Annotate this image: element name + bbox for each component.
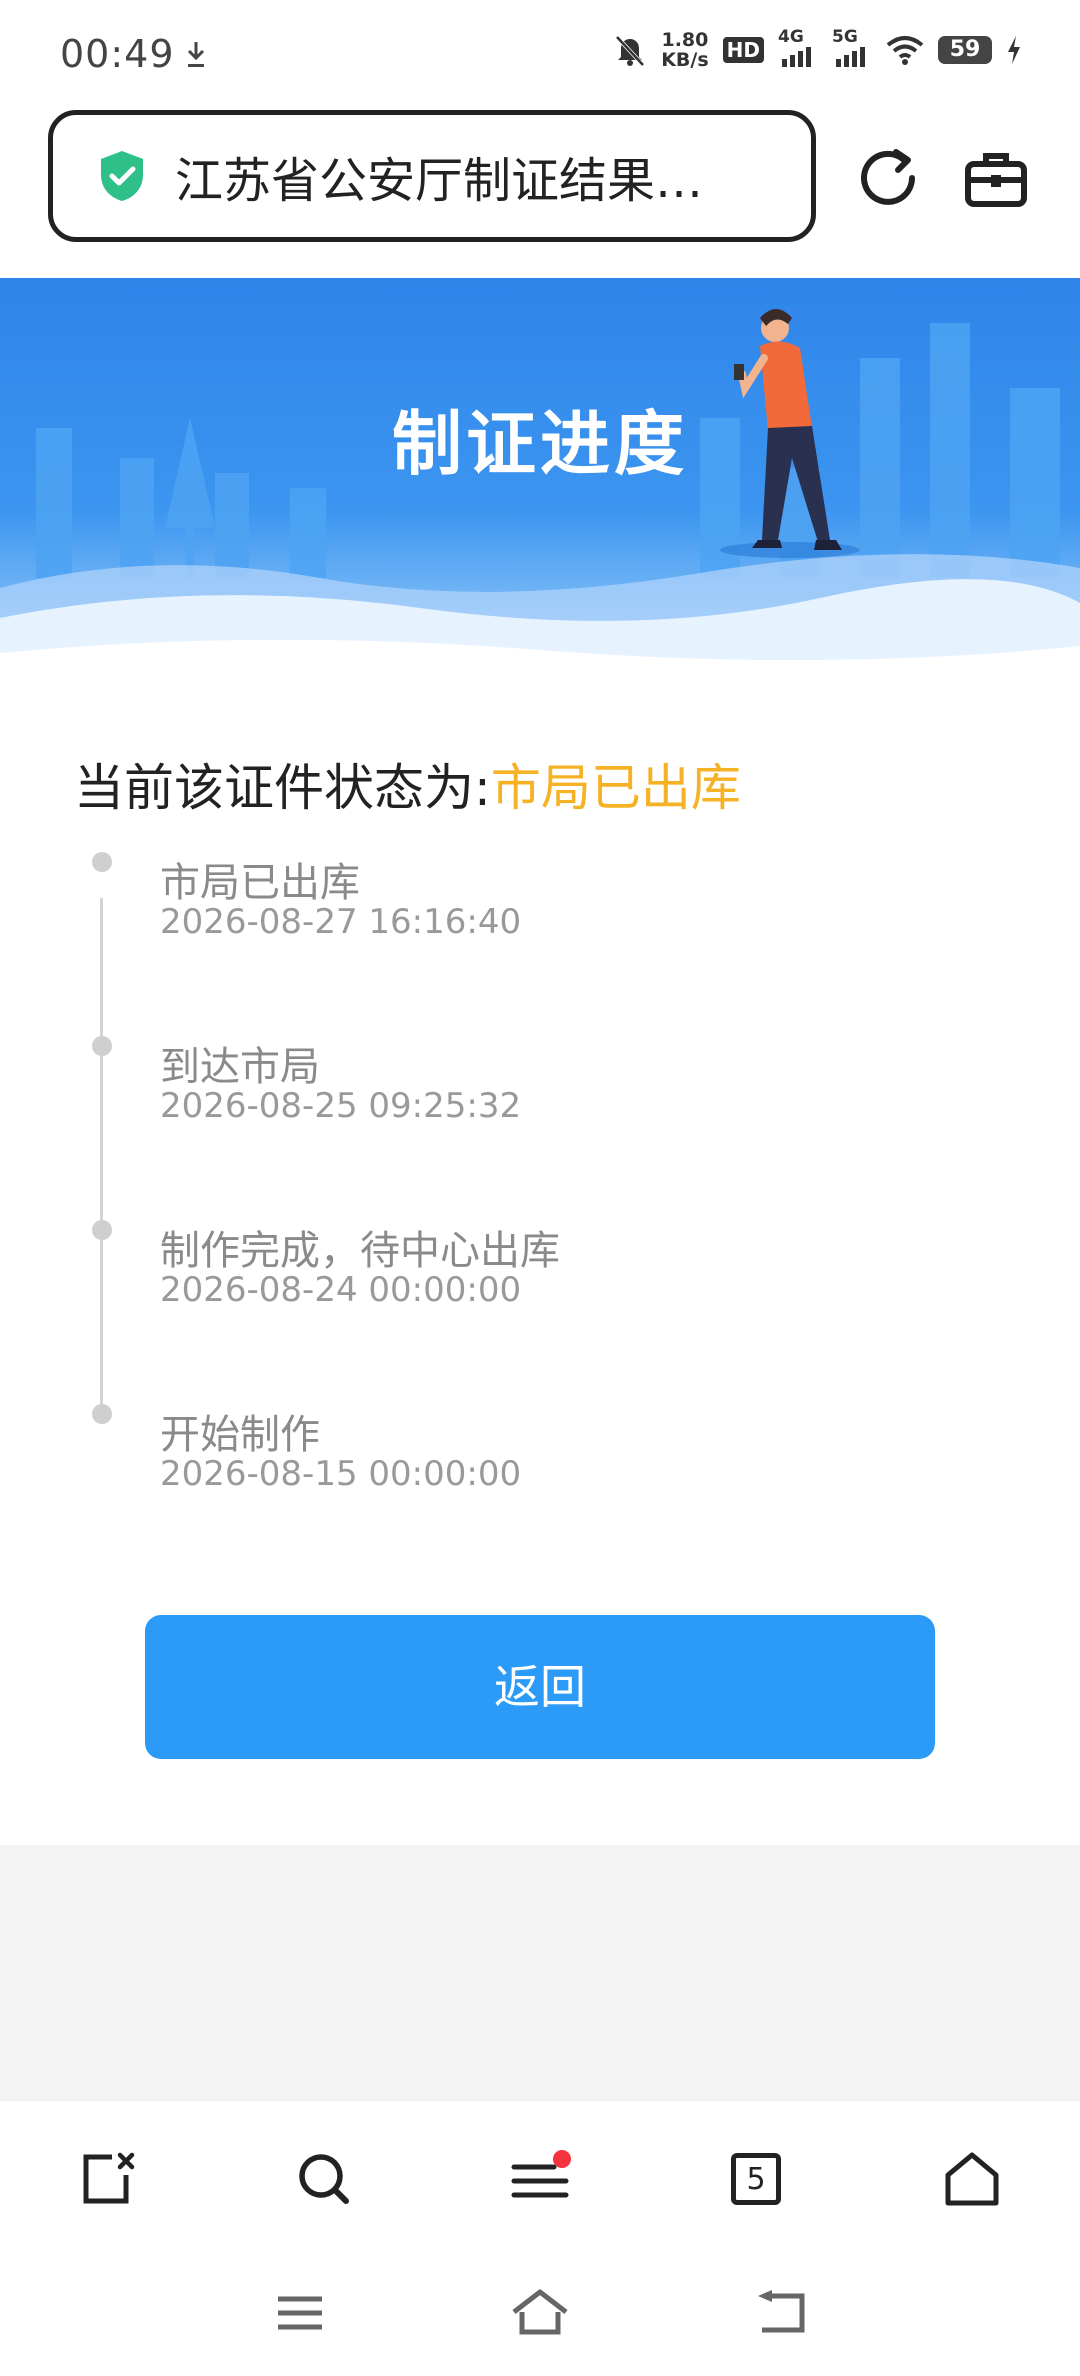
toolbox-button[interactable]: [956, 138, 1036, 218]
shield-check-icon: [101, 151, 143, 201]
timeline-item: 开始制作 2026-08-15 00:00:00: [0, 1392, 1080, 1542]
status-time: 00:49: [60, 32, 175, 76]
banner: 制证进度: [0, 278, 1080, 698]
refresh-button[interactable]: [848, 138, 928, 218]
mute-icon: [615, 35, 645, 67]
timeline-time: 2026-08-25 09:25:32: [160, 1086, 522, 1126]
return-button[interactable]: 返回: [145, 1615, 935, 1759]
hd-badge: HD: [722, 37, 764, 63]
status-value: 市局已出库: [490, 759, 741, 817]
sim1-signal: 4G: [778, 27, 818, 67]
timeline-title: 到达市局: [160, 1044, 320, 1090]
menu-icon: [511, 2150, 571, 2198]
close-tab-icon: [83, 2152, 135, 2204]
banner-title: 制证进度: [392, 403, 688, 485]
system-home-button[interactable]: [500, 2278, 580, 2348]
status-label: 当前该证件状态为:: [74, 759, 491, 817]
search-icon: [299, 2154, 349, 2204]
timeline-dot: [92, 1404, 112, 1424]
address-bar[interactable]: 江苏省公安厅制证结果…: [48, 110, 816, 242]
current-status: 当前该证件状态为:市局已出库: [74, 748, 741, 820]
status-bar: 00:49 1.80 KB/s HD 4G 5G 59: [0, 0, 1080, 110]
charging-icon: [1008, 36, 1020, 64]
menu-button[interactable]: [502, 2141, 578, 2217]
net-speed-value: 1.80: [661, 29, 709, 51]
timeline-title: 开始制作: [160, 1412, 320, 1458]
system-navigation: [0, 2250, 1080, 2376]
refresh-icon: [861, 149, 915, 205]
home-button[interactable]: [934, 2141, 1010, 2217]
timeline-dot: [92, 852, 112, 872]
net-speed-unit: KB/s: [661, 49, 709, 71]
sim1-label: 4G: [778, 27, 804, 47]
browser-toolbar: 5: [0, 2100, 1080, 2250]
sim2-signal: 5G: [832, 27, 872, 67]
timeline-item: 到达市局 2026-08-25 09:25:32: [0, 1024, 1080, 1174]
timeline-title: 市局已出库: [160, 860, 360, 906]
page-footer-area: [0, 1845, 1080, 2100]
recents-icon: [278, 2296, 322, 2330]
battery-indicator: 59: [938, 36, 992, 64]
back-icon: [758, 2290, 805, 2333]
toolbox-icon: [965, 153, 1027, 207]
wifi-icon: [886, 36, 924, 65]
page-title: 江苏省公安厅制证结果…: [175, 153, 704, 209]
tabs-button[interactable]: 5: [718, 2141, 794, 2217]
timeline-dot: [92, 1220, 112, 1240]
timeline-time: 2026-08-27 16:16:40: [160, 902, 522, 942]
timeline-item: 制作完成，待中心出库 2026-08-24 00:00:00: [0, 1208, 1080, 1358]
tabs-icon: 5: [731, 2153, 781, 2205]
search-button[interactable]: [286, 2141, 362, 2217]
timeline-title: 制作完成，待中心出库: [160, 1228, 560, 1274]
timeline-time: 2026-08-24 00:00:00: [160, 1270, 522, 1310]
system-home-icon: [512, 2289, 568, 2335]
timeline-time: 2026-08-15 00:00:00: [160, 1454, 522, 1494]
net-speed: 1.80 KB/s: [661, 30, 708, 70]
timeline-dot: [92, 1036, 112, 1056]
recents-button[interactable]: [260, 2278, 340, 2348]
close-tab-button[interactable]: [70, 2141, 146, 2217]
sim2-label: 5G: [832, 27, 858, 47]
timeline-item: 市局已出库 2026-08-27 16:16:40: [0, 840, 1080, 990]
download-icon: [187, 42, 205, 67]
home-icon: [945, 2152, 999, 2206]
back-button[interactable]: [740, 2278, 820, 2348]
